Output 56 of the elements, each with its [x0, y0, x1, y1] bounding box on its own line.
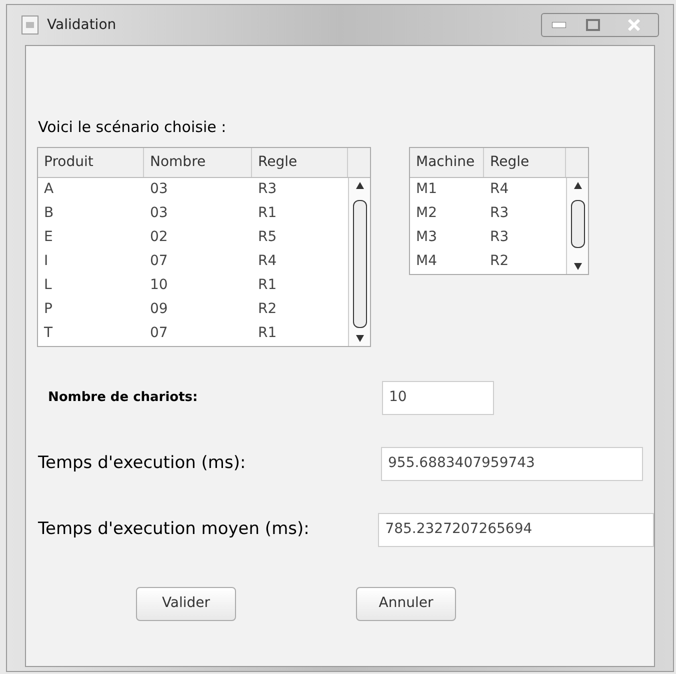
scrollbar[interactable] — [566, 178, 588, 274]
table-cell-text: 03 — [149, 180, 169, 199]
table-cell-text: 07 — [149, 324, 169, 343]
table-cell-text: 07 — [149, 252, 169, 271]
column-header[interactable]: Produit — [38, 148, 144, 176]
close-icon — [627, 19, 641, 31]
table-cell-text: E — [43, 228, 54, 247]
table-cell-text: 10 — [149, 276, 169, 295]
column-header[interactable]: Regle — [252, 148, 348, 176]
table-cell-text: R2 — [489, 252, 510, 271]
scrollbar[interactable] — [348, 178, 370, 346]
scroll-up-icon — [574, 182, 582, 188]
table-cell-text: P — [43, 300, 54, 319]
input-field[interactable]: 10 — [382, 380, 494, 414]
input-field[interactable]: 955.6883407959743 — [381, 446, 643, 480]
scroll-down-icon — [356, 334, 364, 342]
field-label: Nombre de chariots: — [48, 388, 199, 407]
table-cell-text: M2 — [415, 204, 438, 223]
window-icon — [21, 15, 39, 35]
table-cell-text: R2 — [257, 300, 278, 319]
input-field[interactable]: 785.2327207265694 — [378, 512, 654, 546]
table-cell-text: R3 — [257, 180, 278, 199]
dialog-button[interactable]: Valider — [136, 586, 236, 620]
column-header[interactable]: Regle — [484, 148, 566, 176]
maximize-icon — [586, 19, 600, 31]
scroll-down-icon — [574, 262, 582, 270]
table-cell-text: 02 — [149, 228, 169, 247]
table-cell-text: I — [43, 252, 50, 271]
window-title: Validation — [47, 16, 116, 34]
table-cell-text: R1 — [257, 276, 278, 295]
table-cell-text: R5 — [257, 228, 278, 247]
table-cell-text: 03 — [149, 204, 169, 223]
table-cell-text: R3 — [489, 228, 510, 247]
scroll-up-icon — [356, 182, 364, 188]
table-cell-text: M4 — [415, 252, 438, 271]
table-cell-text: R1 — [257, 204, 278, 223]
table-cell-text: 09 — [149, 300, 169, 319]
table-cell-text: A — [43, 180, 55, 199]
table-cell-text: M1 — [415, 180, 438, 199]
table-cell-text: M3 — [415, 228, 438, 247]
scroll-thumb[interactable] — [353, 200, 367, 328]
table-cell-text: T — [43, 324, 54, 343]
minimize-icon — [552, 22, 566, 28]
dialog-button[interactable]: Annuler — [356, 586, 456, 620]
field-label: Temps d'execution moyen (ms): — [38, 518, 310, 541]
field-label: Temps d'execution (ms): — [38, 452, 247, 475]
table-cell-text: R4 — [489, 180, 510, 199]
table-cell-text: R3 — [489, 204, 510, 223]
table-cell-text: L — [43, 276, 53, 295]
column-header[interactable]: Machine — [410, 148, 484, 176]
table-cell-text: B — [43, 204, 55, 223]
table-cell-text: R1 — [257, 324, 278, 343]
heading: Voici le scénario choisie : — [38, 117, 228, 138]
table-cell-text: R4 — [257, 252, 278, 271]
scroll-thumb[interactable] — [571, 200, 585, 248]
column-header[interactable]: Nombre — [144, 148, 252, 176]
